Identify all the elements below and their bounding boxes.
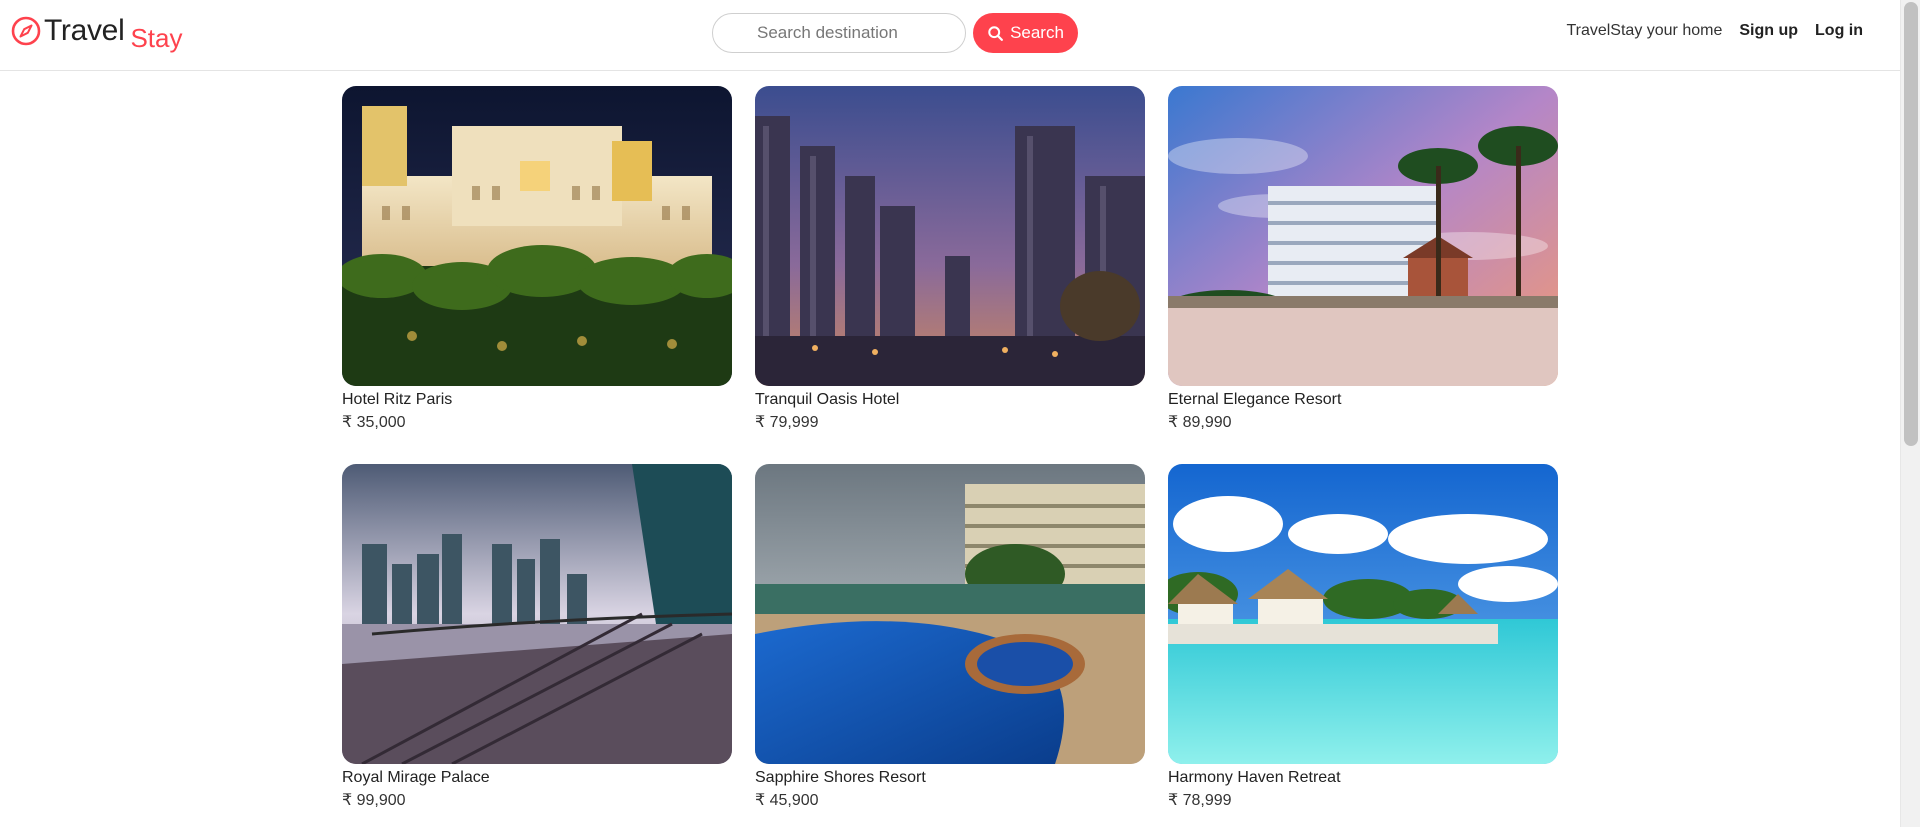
- listings-grid: Hotel Ritz Paris ₹ 35,000 Tranquil Oasis…: [342, 86, 1558, 812]
- nav-home-link[interactable]: TravelStay your home: [1566, 22, 1722, 40]
- listing-card[interactable]: Hotel Ritz Paris ₹ 35,000: [342, 86, 732, 434]
- compass-icon: [11, 16, 41, 46]
- listing-card[interactable]: Royal Mirage Palace ₹ 99,900: [342, 464, 732, 812]
- listing-price: ₹ 45,900: [755, 792, 819, 809]
- nav-links: TravelStay your home Sign up Log in: [1566, 22, 1863, 40]
- brand-logo-link[interactable]: Travel Stay: [10, 14, 182, 53]
- listing-title: Eternal Elegance Resort: [1168, 391, 1342, 408]
- search-input[interactable]: [712, 13, 966, 53]
- brand-suffix: Stay: [130, 23, 183, 53]
- listing-card[interactable]: Tranquil Oasis Hotel ₹ 79,999: [755, 86, 1145, 434]
- listing-card[interactable]: Eternal Elegance Resort ₹ 89,990: [1168, 86, 1558, 434]
- search-button[interactable]: Search: [973, 13, 1078, 53]
- listing-image: [1168, 86, 1558, 386]
- page-scrollbar[interactable]: [1900, 0, 1920, 827]
- listing-price: ₹ 99,900: [342, 792, 406, 809]
- login-link[interactable]: Log in: [1815, 22, 1863, 40]
- listing-image: [755, 464, 1145, 764]
- listing-image: [342, 464, 732, 764]
- listing-image: [1168, 464, 1558, 764]
- listing-title: Harmony Haven Retreat: [1168, 769, 1341, 786]
- listing-image: [755, 86, 1145, 386]
- search-icon: [988, 25, 1004, 41]
- listing-title: Sapphire Shores Resort: [755, 769, 926, 786]
- scrollbar-thumb[interactable]: [1904, 2, 1918, 446]
- listing-title: Tranquil Oasis Hotel: [755, 391, 900, 408]
- listing-card[interactable]: Sapphire Shores Resort ₹ 45,900: [755, 464, 1145, 812]
- brand-name: Travel: [44, 14, 125, 47]
- listing-title: Hotel Ritz Paris: [342, 391, 453, 408]
- listing-price: ₹ 89,990: [1168, 414, 1232, 431]
- listing-price: ₹ 78,999: [1168, 792, 1232, 809]
- listing-title: Royal Mirage Palace: [342, 769, 490, 786]
- listing-price: ₹ 79,999: [755, 414, 819, 431]
- navbar: Travel Stay Search TravelStay your home …: [0, 0, 1900, 71]
- search-button-label: Search: [1010, 23, 1064, 42]
- listing-image: [342, 86, 732, 386]
- listing-price: ₹ 35,000: [342, 414, 406, 431]
- signup-link[interactable]: Sign up: [1739, 22, 1798, 40]
- listing-card[interactable]: Harmony Haven Retreat ₹ 78,999: [1168, 464, 1558, 812]
